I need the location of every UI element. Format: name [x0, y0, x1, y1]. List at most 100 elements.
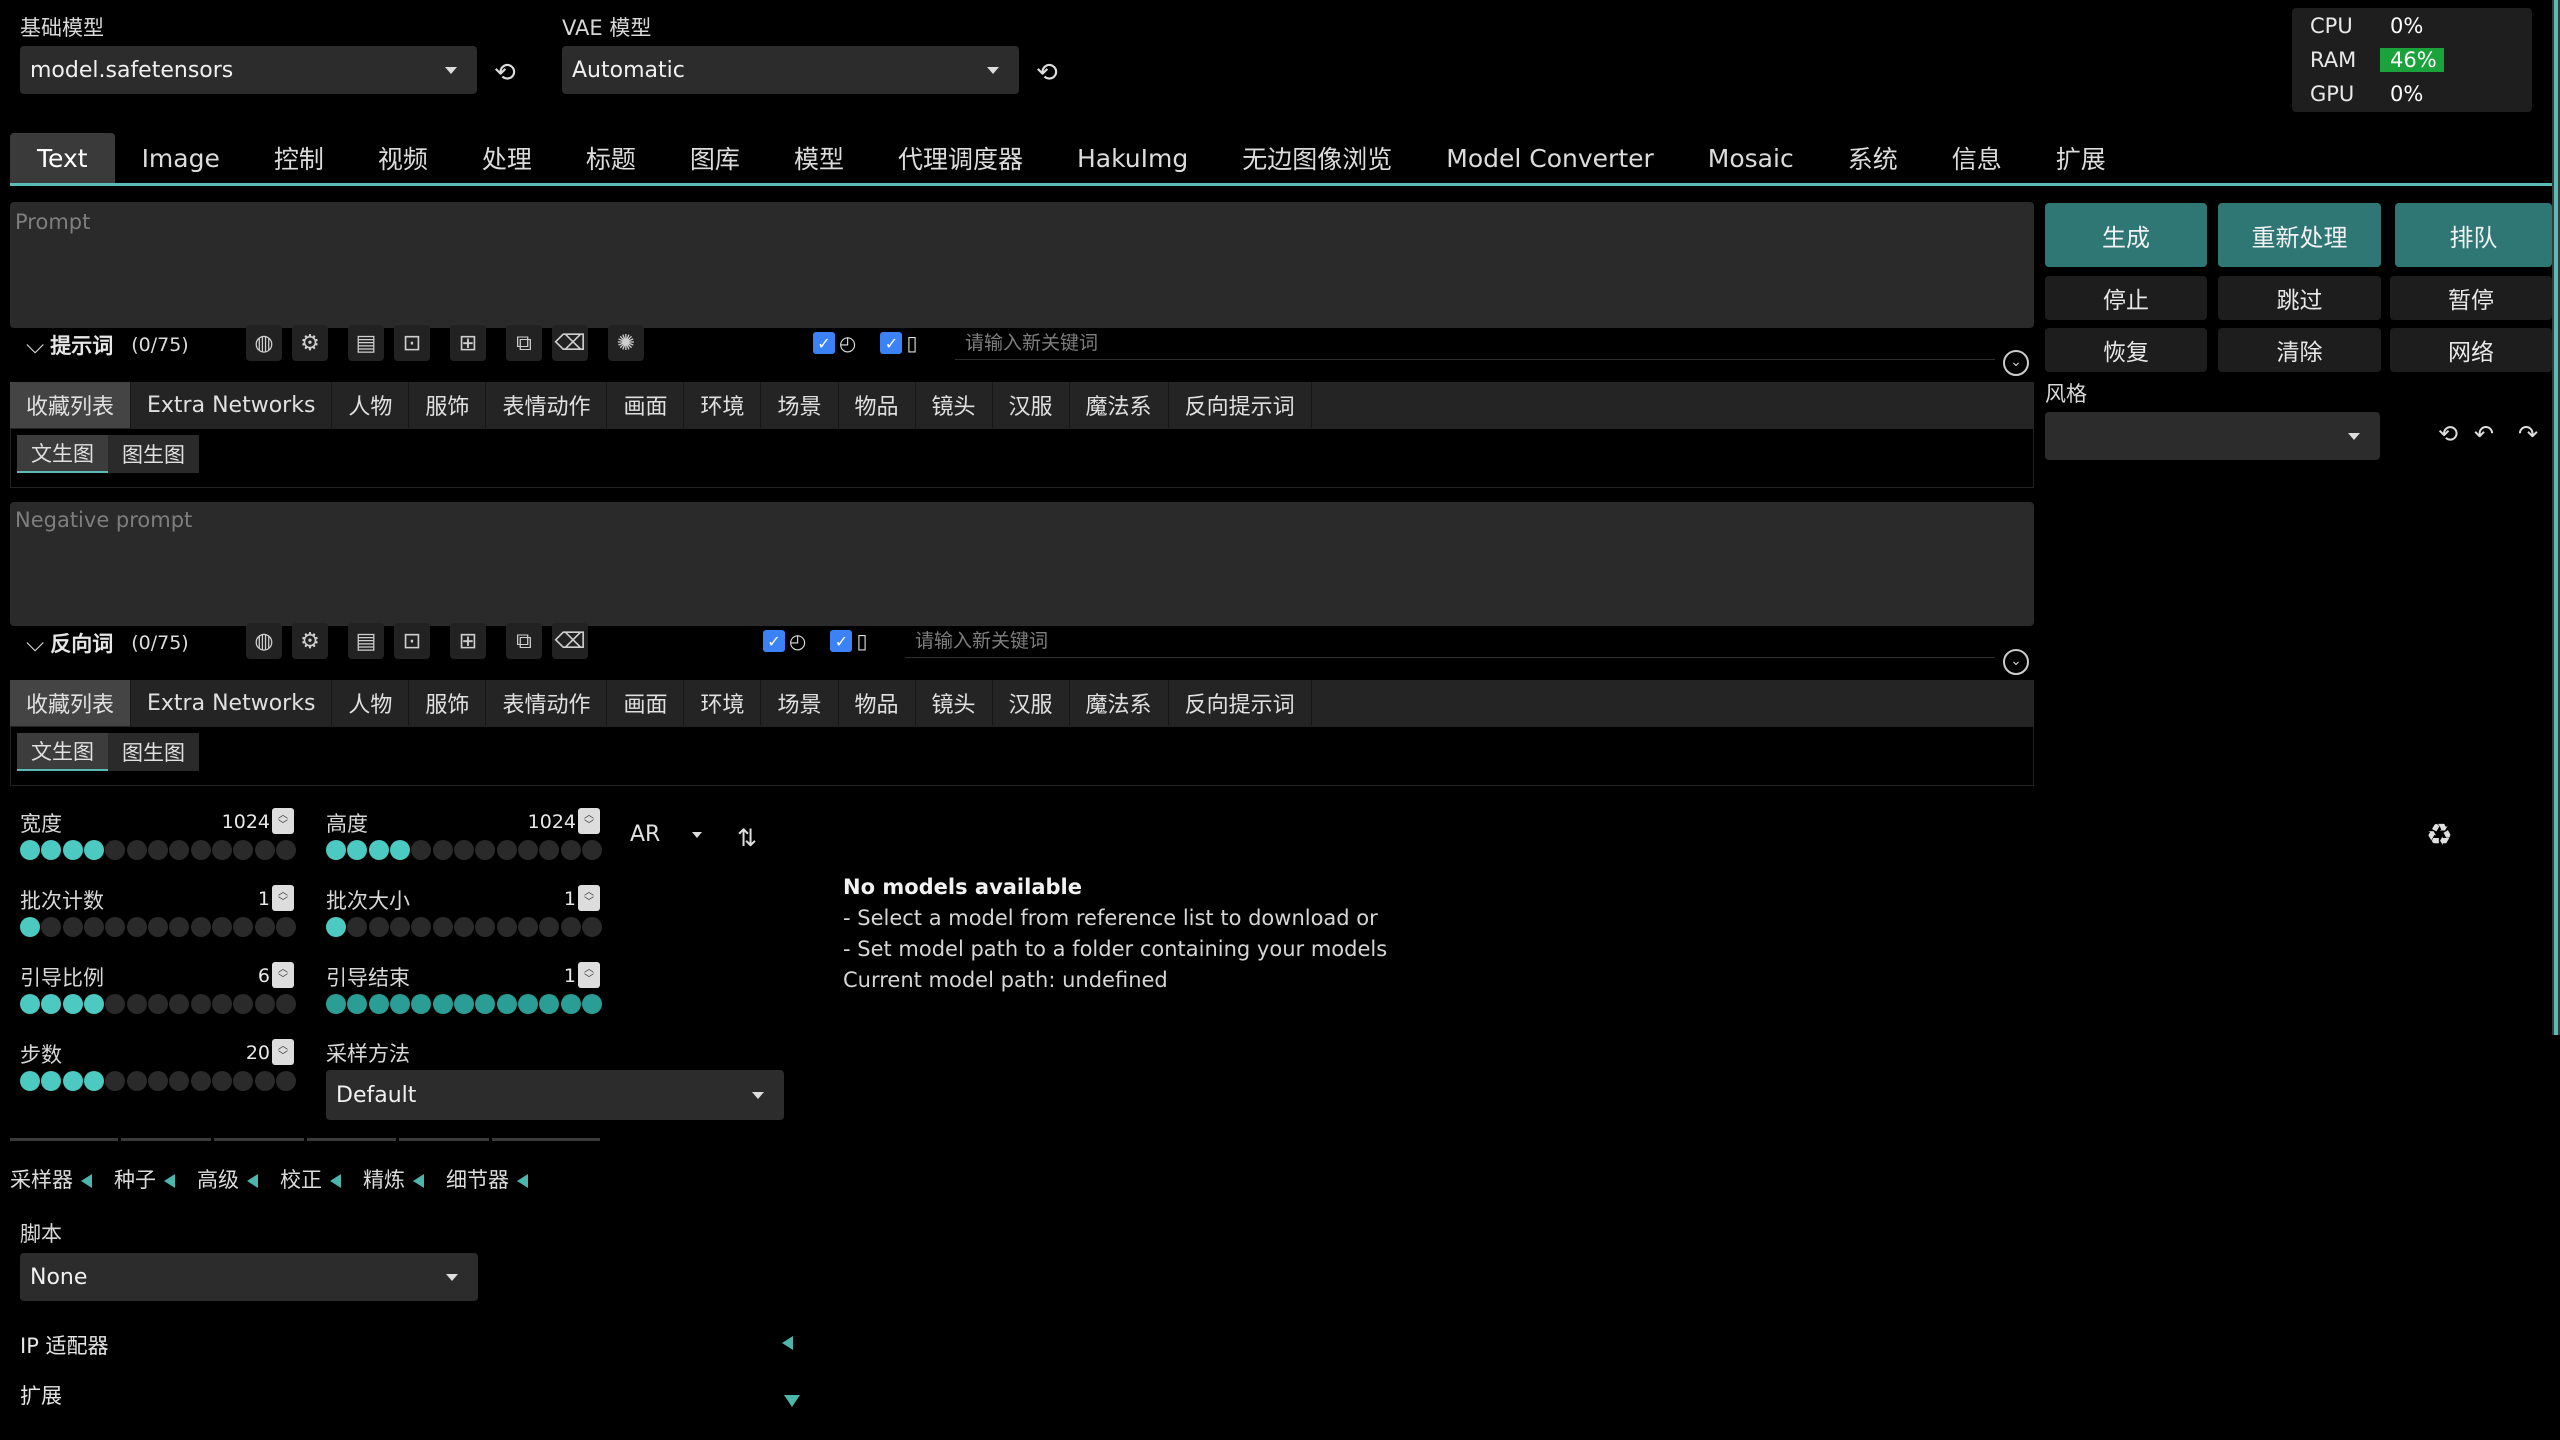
redo-icon[interactable]: ↷ [2518, 420, 2538, 448]
network-button[interactable]: 网络 [2390, 328, 2552, 372]
collapse-left-icon[interactable] [782, 1336, 793, 1350]
tab-item[interactable]: 标题 [559, 133, 663, 183]
sampler-select[interactable]: Default [326, 1070, 784, 1120]
expand-icon[interactable]: ⌄ [2003, 649, 2029, 675]
category-tab[interactable]: 场景 [761, 382, 839, 428]
checkbox[interactable]: ✓ [880, 332, 903, 354]
cfg-value[interactable]: 6 [170, 965, 270, 987]
gear-icon[interactable]: ⚙ [292, 623, 328, 659]
generate-button[interactable]: 生成 [2045, 203, 2207, 267]
steps-value[interactable]: 20 [170, 1042, 270, 1064]
subtab[interactable]: 图生图 [108, 733, 199, 771]
category-tab[interactable]: 汉服 [993, 382, 1070, 428]
tab-item[interactable]: 扩展 [2029, 133, 2133, 183]
category-tab[interactable]: 环境 [684, 382, 762, 428]
script-select[interactable]: None [20, 1253, 478, 1301]
skip-button[interactable]: 跳过 [2218, 276, 2381, 320]
batch-count-slider[interactable] [20, 917, 296, 937]
height-value[interactable]: 1024 [476, 811, 576, 833]
steps-slider[interactable] [20, 1071, 296, 1091]
category-tab[interactable]: 收藏列表 [10, 382, 132, 428]
category-tab[interactable]: 反向提示词 [1169, 382, 1312, 428]
category-tab[interactable]: 魔法系 [1070, 382, 1169, 428]
queue-button[interactable]: 排队 [2395, 203, 2552, 267]
translate-icon[interactable]: ◍ [246, 325, 282, 361]
negative-prompt-textarea[interactable]: Negative prompt [10, 502, 2034, 626]
tab-item[interactable]: 代理调度器 [871, 133, 1050, 183]
tab-item[interactable]: Model Converter [1419, 133, 1681, 183]
collapse-icon[interactable]: ⌵ [26, 331, 44, 359]
extensions-label[interactable]: 扩展 [20, 1380, 62, 1410]
category-tab[interactable]: 人物 [332, 680, 410, 726]
checkbox[interactable]: ✓ [830, 630, 853, 652]
category-tab[interactable]: 场景 [761, 680, 839, 726]
accordion-tab[interactable]: 高级 [197, 1164, 258, 1194]
accordion-tab[interactable]: 校正 [280, 1164, 341, 1194]
base-model-select[interactable]: model.safetensors [20, 46, 477, 94]
category-tab[interactable]: Extra Networks [131, 382, 333, 428]
clear-button[interactable]: 清除 [2218, 328, 2381, 372]
copy-icon[interactable]: ⧉ [506, 325, 542, 361]
category-tab[interactable]: 物品 [839, 680, 916, 726]
accordion-tab[interactable]: 采样器 [10, 1164, 92, 1194]
cfg-slider[interactable] [20, 994, 296, 1014]
category-tab[interactable]: 画面 [607, 680, 685, 726]
undo-icon[interactable]: ↶ [2474, 420, 2494, 448]
tab-item[interactable]: 系统 [1821, 133, 1925, 183]
tab-item[interactable]: 无边图像浏览 [1215, 133, 1419, 183]
stop-button[interactable]: 停止 [2045, 276, 2207, 320]
tab-item[interactable]: Image [115, 133, 247, 183]
subtab[interactable]: 图生图 [108, 435, 199, 473]
expand-down-icon[interactable] [784, 1388, 800, 1412]
pause-button[interactable]: 暂停 [2390, 276, 2552, 320]
negative-keyword-input[interactable]: 请输入新关键词 [905, 624, 1995, 658]
trash-icon[interactable]: ⌫ [552, 325, 588, 361]
history-icon[interactable]: ▤ [348, 325, 384, 361]
stepper-icon[interactable]: ︿ ﹀ [272, 808, 294, 834]
openai-icon[interactable]: ✺ [608, 325, 644, 361]
batch-size-value[interactable]: 1 [476, 888, 576, 910]
category-tab[interactable]: 服饰 [409, 680, 487, 726]
tab-item[interactable]: 视频 [351, 133, 455, 183]
gear-icon[interactable]: ⚙ [292, 325, 328, 361]
width-value[interactable]: 1024 [170, 811, 270, 833]
scrollbar-thumb[interactable] [2554, 0, 2558, 1035]
keyword-input[interactable]: 请输入新关键词 [955, 326, 1995, 360]
expand-icon[interactable]: ⌄ [2003, 350, 2029, 376]
accordion-tab[interactable]: 种子 [114, 1164, 175, 1194]
category-tab[interactable]: 镜头 [916, 680, 993, 726]
tab-item[interactable]: Text [10, 133, 115, 183]
tab-item[interactable]: Mosaic [1681, 133, 1821, 183]
prompt-textarea[interactable]: Prompt [10, 202, 2034, 328]
category-tab[interactable]: 镜头 [916, 382, 993, 428]
accordion-tab[interactable]: 精炼 [363, 1164, 424, 1194]
checkbox[interactable]: ✓ [813, 332, 835, 354]
tab-item[interactable]: 图库 [663, 133, 767, 183]
batch-size-slider[interactable] [326, 917, 602, 937]
copy-icon[interactable]: ⧉ [506, 623, 542, 659]
category-tab[interactable]: 汉服 [993, 680, 1070, 726]
reprocess-button[interactable]: 重新处理 [2218, 203, 2381, 267]
category-tab[interactable]: 画面 [607, 382, 685, 428]
style-select[interactable] [2045, 412, 2380, 460]
category-tab[interactable]: 反向提示词 [1169, 680, 1312, 726]
refresh-icon[interactable]: ⟲ [494, 60, 516, 86]
stepper-icon[interactable]: ︿ ﹀ [272, 1039, 294, 1065]
recycle-icon[interactable]: ♻ [2426, 818, 2453, 853]
bookmark-icon[interactable]: ⊡ [394, 325, 430, 361]
width-slider[interactable] [20, 840, 296, 860]
category-tab[interactable]: 物品 [839, 382, 916, 428]
category-tab[interactable]: 魔法系 [1070, 680, 1169, 726]
vae-select[interactable]: Automatic [562, 46, 1019, 94]
category-tab[interactable]: 服饰 [409, 382, 487, 428]
restore-button[interactable]: 恢复 [2045, 328, 2207, 372]
subtab[interactable]: 文生图 [17, 733, 108, 771]
category-tab[interactable]: 环境 [684, 680, 762, 726]
checkbox[interactable]: ✓ [763, 630, 785, 652]
guidance-end-value[interactable]: 1 [476, 965, 576, 987]
ip-adapter-label[interactable]: IP 适配器 [20, 1330, 109, 1360]
collapse-icon[interactable]: ⌵ [26, 629, 44, 657]
subtab[interactable]: 文生图 [17, 435, 108, 473]
stepper-icon[interactable]: ︿ ﹀ [272, 885, 294, 911]
category-tab[interactable]: 表情动作 [486, 680, 608, 726]
